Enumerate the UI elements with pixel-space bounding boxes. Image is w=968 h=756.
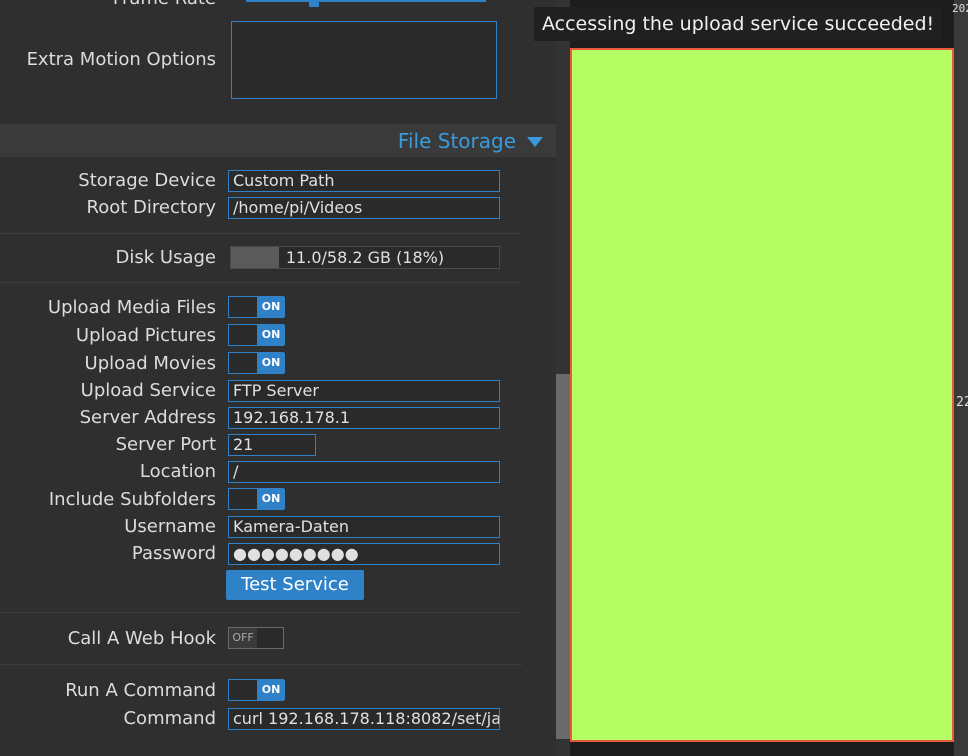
divider (0, 612, 522, 613)
upload-pictures-toggle[interactable]: ON (228, 324, 285, 346)
toggle-state: ON (261, 356, 281, 369)
disk-usage-bar: 11.0/58.2 GB (18%) (230, 246, 500, 269)
run-command-toggle[interactable]: ON (228, 679, 285, 701)
include-subfolders-toggle[interactable]: ON (228, 488, 285, 510)
chevron-down-icon (527, 137, 543, 147)
web-hook-label: Call A Web Hook (67, 628, 216, 649)
server-port-input[interactable]: 21 (228, 434, 316, 456)
location-input[interactable]: / (228, 461, 500, 483)
server-port-label: Server Port (115, 434, 216, 455)
camera-timestamp: 202 (952, 2, 968, 15)
upload-movies-toggle[interactable]: ON (228, 352, 285, 374)
upload-service-select[interactable]: FTP Server (228, 380, 500, 402)
web-hook-toggle[interactable]: OFF (228, 627, 284, 649)
location-label: Location (139, 461, 216, 482)
username-label: Username (124, 516, 216, 537)
root-directory-input[interactable]: /home/pi/Videos (228, 197, 500, 219)
toggle-state: ON (261, 328, 281, 341)
frame-rate-label: Frame Rate (113, 0, 216, 10)
frame-rate-slider-track[interactable] (246, 0, 486, 2)
server-address-label: Server Address (79, 407, 216, 428)
storage-device-select[interactable]: Custom Path (228, 170, 500, 192)
disk-usage-label: Disk Usage (115, 247, 216, 268)
extra-motion-label: Extra Motion Options (26, 49, 216, 70)
frame-rate-slider-handle[interactable] (309, 0, 319, 7)
test-service-button[interactable]: Test Service (226, 570, 364, 600)
settings-panel: Frame Rate Extra Motion Options File Sto… (0, 0, 556, 756)
upload-service-label: Upload Service (80, 380, 216, 401)
toggle-state: ON (261, 300, 281, 313)
file-storage-section-header[interactable]: File Storage (0, 124, 556, 157)
toggle-state: ON (261, 492, 281, 505)
username-input[interactable]: Kamera-Daten (228, 516, 500, 538)
camera-frame-edge (954, 0, 968, 756)
storage-device-label: Storage Device (78, 170, 216, 191)
divider (0, 233, 522, 234)
extra-motion-textarea[interactable] (231, 21, 497, 99)
run-command-label: Run A Command (65, 680, 216, 701)
scrollbar-thumb[interactable] (556, 374, 570, 739)
password-input[interactable]: ●●●●●●●●● (228, 543, 500, 565)
upload-movies-label: Upload Movies (84, 353, 216, 374)
command-input[interactable]: curl 192.168.178.118:8082/set/ja (228, 708, 500, 730)
toggle-state: ON (261, 683, 281, 696)
camera-preview-frame[interactable] (570, 48, 954, 742)
password-label: Password (131, 543, 216, 564)
notification-toast: Accessing the upload service succeeded! (534, 7, 943, 41)
root-directory-label: Root Directory (86, 197, 216, 218)
camera-timestamp: 22 (956, 395, 968, 410)
command-label: Command (123, 708, 216, 729)
upload-media-label: Upload Media Files (47, 297, 216, 318)
divider (0, 664, 522, 665)
toggle-state: OFF (232, 631, 254, 644)
upload-media-toggle[interactable]: ON (228, 296, 285, 318)
upload-pictures-label: Upload Pictures (75, 325, 216, 346)
server-address-input[interactable]: 192.168.178.1 (228, 407, 500, 429)
section-title: File Storage (397, 129, 516, 153)
divider (0, 282, 522, 283)
include-subfolders-label: Include Subfolders (48, 489, 216, 510)
disk-usage-text: 11.0/58.2 GB (18%) (285, 248, 445, 267)
